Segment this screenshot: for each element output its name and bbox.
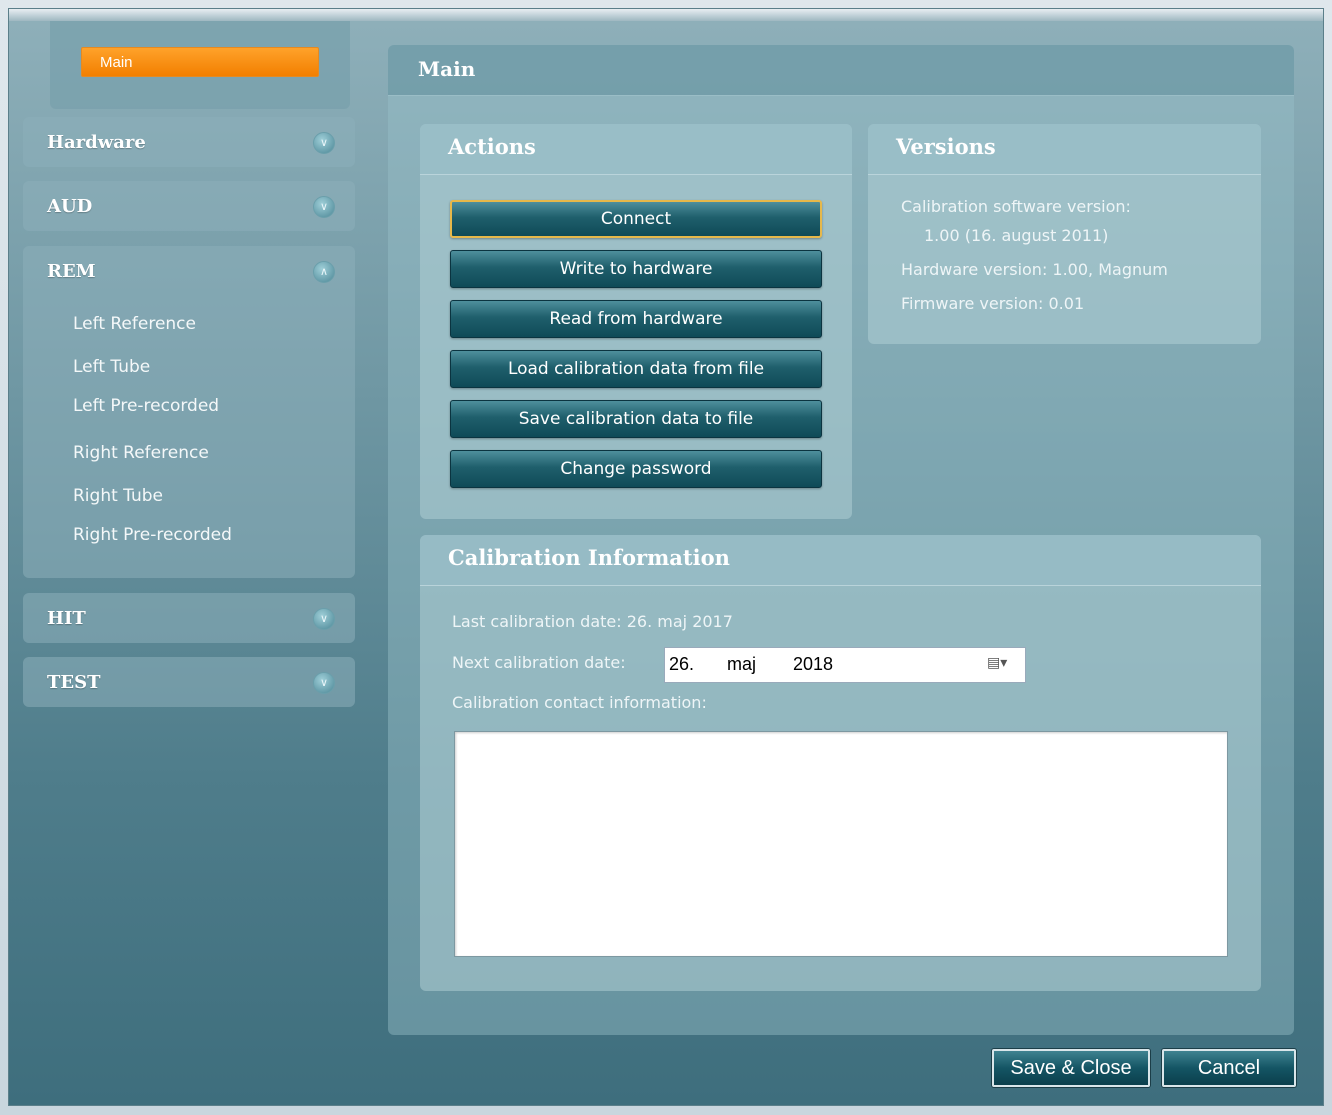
sidebar-title: Hardware xyxy=(47,132,146,153)
calibration-software-label: Calibration software version: xyxy=(901,197,1131,216)
date-day[interactable]: 26. xyxy=(669,654,694,675)
firmware-version: Firmware version: 0.01 xyxy=(901,294,1085,313)
actions-header: Actions xyxy=(420,124,852,175)
calibration-info-header: Calibration Information xyxy=(420,535,1261,586)
chevron-down-icon[interactable]: ∨ xyxy=(313,132,335,154)
chevron-down-icon[interactable]: ∨ xyxy=(313,672,335,694)
main-panel: Main Actions Connect Write to hardware R… xyxy=(388,45,1294,1035)
contact-info-textarea[interactable] xyxy=(454,731,1228,957)
change-password-button[interactable]: Change password xyxy=(450,450,822,488)
sidebar-header-hardware[interactable]: Hardware ∨ xyxy=(23,117,355,167)
sidebar-item-right-pre-recorded[interactable]: Right Pre-recorded xyxy=(73,525,232,545)
sidebar-title: AUD xyxy=(47,196,93,217)
sidebar-section-hit[interactable]: HIT ∨ xyxy=(23,593,355,643)
calendar-dropdown-icon[interactable]: ▤▾ xyxy=(987,654,1015,674)
save-close-button[interactable]: Save & Close xyxy=(992,1049,1150,1087)
sidebar-section-rem: REM ∧ Left Reference Left Tube Left Pre-… xyxy=(23,246,355,578)
date-month[interactable]: maj xyxy=(727,654,756,675)
main-header: Main xyxy=(388,45,1294,96)
main-tab-container: Main xyxy=(50,21,350,109)
chevron-down-icon[interactable]: ∨ xyxy=(313,608,335,630)
date-year[interactable]: 2018 xyxy=(793,654,833,675)
chevron-down-icon[interactable]: ∨ xyxy=(313,196,335,218)
last-calibration-date: Last calibration date: 26. maj 2017 xyxy=(452,612,733,631)
sidebar-section-aud[interactable]: AUD ∨ xyxy=(23,181,355,231)
sidebar-header-test[interactable]: TEST ∨ xyxy=(23,657,355,707)
next-calibration-date-picker[interactable]: 26. maj 2018 ▤▾ xyxy=(664,647,1026,683)
sidebar-title: TEST xyxy=(47,672,101,693)
main-tab[interactable]: Main xyxy=(81,47,319,77)
save-calibration-button[interactable]: Save calibration data to file xyxy=(450,400,822,438)
contact-info-label: Calibration contact information: xyxy=(452,693,707,712)
sidebar-section-test[interactable]: TEST ∨ xyxy=(23,657,355,707)
sidebar-item-left-pre-recorded[interactable]: Left Pre-recorded xyxy=(73,396,219,416)
sidebar-header-hit[interactable]: HIT ∨ xyxy=(23,593,355,643)
calibration-info-title: Calibration Information xyxy=(448,545,730,570)
sidebar-item-left-tube[interactable]: Left Tube xyxy=(73,357,150,377)
calibration-window: Main Hardware ∨ AUD ∨ REM ∧ Left Referen… xyxy=(8,8,1324,1106)
sidebar-header-aud[interactable]: AUD ∨ xyxy=(23,181,355,231)
calibration-info-group: Calibration Information Last calibration… xyxy=(420,535,1261,991)
hardware-version: Hardware version: 1.00, Magnum xyxy=(901,260,1168,279)
sidebar-item-right-tube[interactable]: Right Tube xyxy=(73,486,163,506)
next-calibration-label: Next calibration date: xyxy=(452,653,626,672)
versions-header: Versions xyxy=(868,124,1261,175)
actions-group: Actions Connect Write to hardware Read f… xyxy=(420,124,852,519)
sidebar-item-left-reference[interactable]: Left Reference xyxy=(73,314,196,334)
connect-button[interactable]: Connect xyxy=(450,200,822,238)
versions-group: Versions Calibration software version: 1… xyxy=(868,124,1261,344)
page-title: Main xyxy=(418,57,476,81)
versions-title: Versions xyxy=(896,134,996,159)
sidebar-header-rem[interactable]: REM ∧ xyxy=(23,246,355,296)
sidebar-section-hardware[interactable]: Hardware ∨ xyxy=(23,117,355,167)
actions-title: Actions xyxy=(448,134,536,159)
sidebar-title: HIT xyxy=(47,608,86,629)
cancel-button[interactable]: Cancel xyxy=(1162,1049,1296,1087)
chevron-up-icon[interactable]: ∧ xyxy=(313,261,335,283)
read-from-hardware-button[interactable]: Read from hardware xyxy=(450,300,822,338)
load-calibration-button[interactable]: Load calibration data from file xyxy=(450,350,822,388)
window-top-strip xyxy=(9,9,1323,21)
calibration-software-value: 1.00 (16. august 2011) xyxy=(924,226,1109,245)
sidebar-item-right-reference[interactable]: Right Reference xyxy=(73,443,209,463)
sidebar-title: REM xyxy=(47,261,96,282)
write-to-hardware-button[interactable]: Write to hardware xyxy=(450,250,822,288)
